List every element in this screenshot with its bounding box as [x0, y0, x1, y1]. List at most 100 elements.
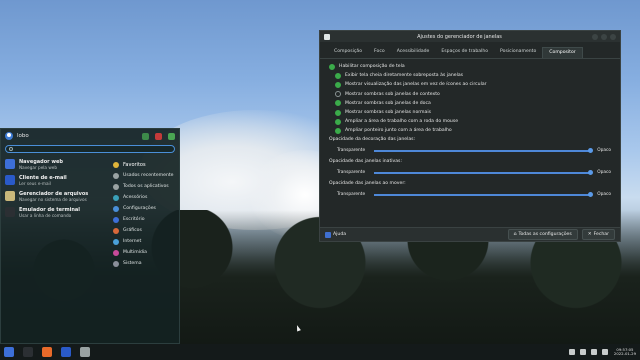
window-footer: Ajuda ⌂ Todas as configurações ✕ Fechar — [320, 227, 620, 241]
network-icon[interactable] — [579, 349, 586, 355]
menu-category-item[interactable]: Escritório — [113, 214, 179, 225]
menu-category-item[interactable]: Internet — [113, 236, 179, 247]
notification-icon[interactable] — [601, 349, 608, 355]
menu-category-item[interactable]: Usados recentemente — [113, 170, 179, 181]
opacity-slider[interactable]: Transparente Opaco — [329, 144, 611, 158]
check-icon — [329, 63, 335, 70]
tab-bar: Composição Foco Acessibilidade Espaços de t… — [320, 42, 620, 59]
slider-handle[interactable] — [587, 147, 593, 153]
close-icon: ✕ — [587, 232, 592, 237]
category-label: Configurações — [123, 206, 156, 211]
thunderbird-icon[interactable] — [61, 347, 71, 357]
menu-category-item[interactable]: Todos os aplicativos — [113, 181, 179, 192]
slider-track[interactable] — [374, 147, 593, 153]
display-icon[interactable] — [568, 349, 575, 355]
category-icon — [113, 249, 119, 256]
slider-handle[interactable] — [587, 169, 593, 175]
tab-foco[interactable]: Foco — [368, 47, 391, 58]
option-checkbox[interactable]: Mostrar sombras sob janelas de contexto — [329, 90, 611, 99]
app-icon — [5, 175, 15, 185]
tab-composi-o[interactable]: Composição — [328, 47, 368, 58]
menu-category-item[interactable]: Sistema — [113, 258, 179, 269]
clock[interactable]: 09:57:05 2022-01-29 — [614, 347, 636, 357]
option-label: Exibir tela cheia diretamente sobreposta… — [345, 73, 464, 79]
minimize-button[interactable] — [592, 33, 598, 40]
settings-icon[interactable] — [142, 132, 149, 140]
search-icon — [9, 147, 13, 151]
option-checkbox[interactable]: Exibir tela cheia diretamente sobreposta… — [329, 71, 611, 80]
whisker-menu-icon[interactable] — [4, 347, 14, 357]
menu-category-item[interactable]: Favoritos — [113, 159, 179, 170]
option-checkbox[interactable]: Mostrar sombras sob janelas de doca — [329, 99, 611, 108]
close-label: Fechar — [593, 232, 609, 237]
option-checkbox[interactable]: Mostrar sombras sob janelas normais — [329, 108, 611, 117]
slider-track[interactable] — [374, 191, 593, 197]
app-description: Navegar pela web — [19, 165, 57, 170]
categories-list: Favoritos Usados recentemente Todos os apl… — [113, 159, 179, 269]
volume-icon[interactable] — [590, 349, 597, 355]
menu-category-item[interactable]: Configurações — [113, 203, 179, 214]
tab-compositor[interactable]: Compositor — [542, 47, 583, 58]
app-icon — [5, 191, 15, 201]
close-window-button[interactable] — [610, 33, 616, 40]
opacity-slider[interactable]: Transparente Opaco — [329, 166, 611, 180]
check-icon — [335, 118, 341, 125]
unchecked-icon — [335, 91, 341, 98]
all-settings-button[interactable]: ⌂ Todas as configurações — [507, 229, 578, 240]
category-label: Gráficos — [123, 228, 142, 233]
category-icon — [113, 183, 119, 190]
tab-espa-os-de-trabalho[interactable]: Espaços de trabalho — [435, 47, 494, 58]
favorite-app-item[interactable]: Emulador de terminal Usar a linha de coma… — [5, 207, 113, 223]
help-button[interactable]: Ajuda — [325, 231, 504, 238]
category-label: Sistema — [123, 261, 142, 266]
menu-header: lobo — [1, 129, 179, 143]
titlebar[interactable]: Ajustes do gerenciador de janelas — [320, 31, 620, 42]
menu-category-item[interactable]: Acessórios — [113, 192, 179, 203]
favorite-app-item[interactable]: Cliente de e-mail Ler seus e-mail — [5, 175, 113, 191]
firefox-icon[interactable] — [42, 347, 52, 357]
option-label: Mostrar sombras sob janelas de contexto — [345, 91, 440, 97]
slider-min-label: Transparente — [337, 170, 366, 175]
app-icon — [5, 159, 15, 169]
menu-category-item[interactable]: Multimídia — [113, 247, 179, 258]
app-description: Navegar no sistema de arquivos — [19, 197, 87, 202]
check-icon — [335, 100, 341, 107]
check-icon — [335, 109, 341, 116]
all-settings-label: Todas as configurações — [518, 232, 572, 237]
tab-acessibilidade[interactable]: Acessibilidade — [391, 47, 436, 58]
favorites-list: Navegador web Navegar pela web Cliente de … — [1, 159, 113, 269]
menu-category-item[interactable]: Gráficos — [113, 225, 179, 236]
option-checkbox[interactable]: Mostrar visualização das janelas em vez … — [329, 80, 611, 89]
terminal-icon[interactable] — [23, 347, 33, 357]
category-icon — [113, 260, 119, 267]
category-icon — [113, 161, 119, 168]
maximize-button[interactable] — [601, 33, 607, 40]
opacity-slider[interactable]: Transparente Opaco — [329, 188, 611, 202]
enable-compositing-label: Habilitar composição de tela — [339, 64, 405, 70]
favorite-app-item[interactable]: Navegador web Navegar pela web — [5, 159, 113, 175]
settings-icon: ⌂ — [513, 232, 517, 237]
search-input[interactable] — [5, 145, 175, 153]
help-icon — [325, 231, 331, 238]
favorite-app-item[interactable]: Gerenciador de arquivos Navegar no sistem… — [5, 191, 113, 207]
settings-icon[interactable] — [80, 347, 90, 357]
slider-handle[interactable] — [587, 191, 593, 197]
slider-max-label: Opaco — [597, 170, 611, 175]
system-tray: 09:57:05 2022-01-29 — [564, 347, 636, 357]
slider-label: Opacidade das janelas inativas: — [329, 158, 402, 164]
option-label: Mostrar sombras sob janelas normais — [345, 110, 432, 116]
slider-max-label: Opaco — [597, 148, 611, 153]
category-icon — [113, 172, 119, 179]
app-description: Ler seus e-mail — [19, 181, 51, 186]
slider-track[interactable] — [374, 169, 593, 175]
tab-posicionamento[interactable]: Posicionamento — [494, 47, 542, 58]
logout-icon[interactable] — [168, 132, 175, 140]
option-checkbox[interactable]: Ampliar ponteiro junto com a área de tra… — [329, 126, 611, 135]
enable-compositing-checkbox[interactable]: Habilitar composição de tela — [329, 62, 611, 71]
lock-screen-icon[interactable] — [155, 132, 162, 140]
category-icon — [113, 205, 119, 212]
close-button[interactable]: ✕ Fechar — [581, 229, 615, 240]
option-checkbox[interactable]: Ampliar a área de trabalho com a roda do… — [329, 117, 611, 126]
slider-label: Opacidade da decoração das janelas: — [329, 136, 416, 142]
option-label: Mostrar visualização das janelas em vez … — [345, 82, 487, 88]
